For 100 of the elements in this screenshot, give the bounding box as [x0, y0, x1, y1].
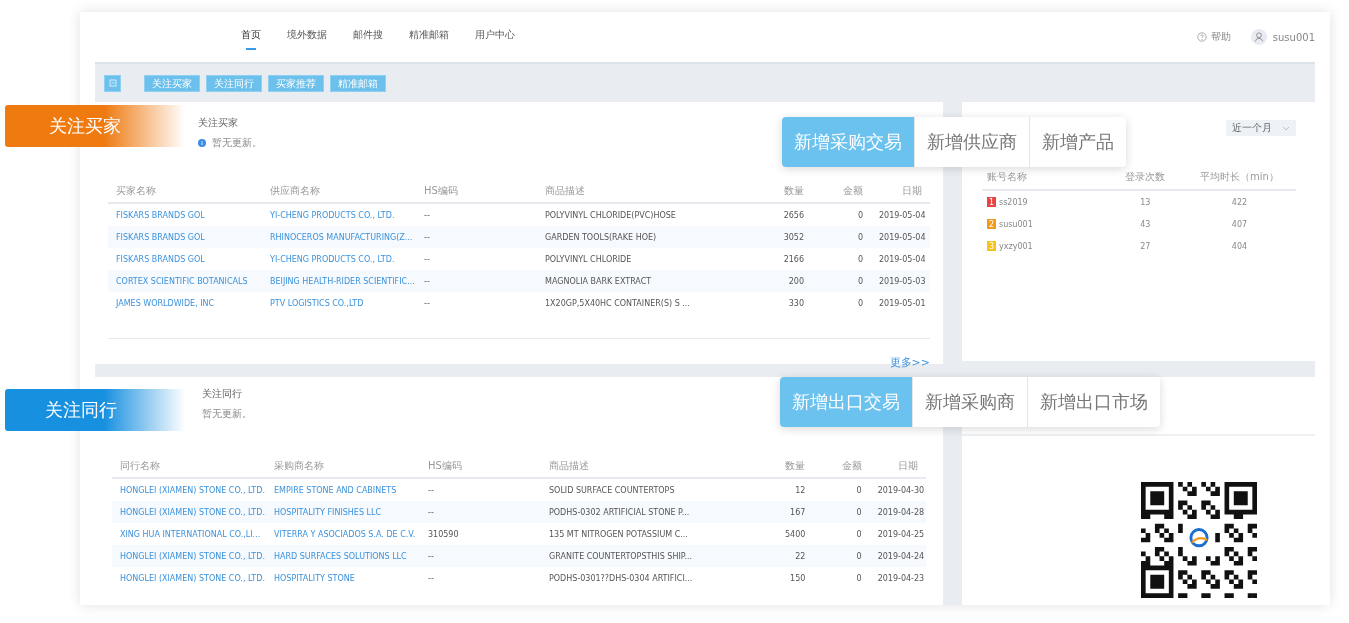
table-cell-text: 43: [1139, 219, 1152, 229]
info-icon: [198, 139, 206, 147]
table-cell: GARDEN TOOLS(RAKE HOE): [537, 226, 753, 248]
table-cell: 0: [813, 501, 870, 523]
company-link[interactable]: RHINOCEROS MANUFACTURING(Z...: [262, 226, 416, 248]
company-link[interactable]: PTV LOGISTICS CO.,LTD: [262, 292, 416, 314]
company-link[interactable]: BEIJING HEALTH-RIDER SCIENTIFIC...: [262, 270, 416, 292]
column-header: 金额: [813, 455, 870, 478]
table-cell: 330: [753, 292, 812, 314]
company-link[interactable]: JAMES WORLDWIDE, INC: [108, 292, 262, 314]
table-cell: 167: [757, 501, 814, 523]
table-cell: 310590: [420, 523, 541, 545]
company-link[interactable]: HOSPITALITY FINISHES LLC: [266, 501, 420, 523]
table-cell: 0: [812, 292, 871, 314]
table-cell: POLYVINYL CHLORIDE: [537, 248, 753, 270]
table-cell-text: 404: [1230, 241, 1249, 251]
table-cell: 2019-05-04: [871, 203, 930, 226]
company-link[interactable]: HONGLEI (XIAMEN) STONE CO., LTD.: [112, 545, 266, 567]
company-link[interactable]: HONGLEI (XIAMEN) STONE CO., LTD.: [112, 478, 266, 501]
column-header: 采购商名称: [266, 455, 420, 478]
toolbar-button[interactable]: 关注买家: [144, 74, 200, 92]
table-cell-text: 13: [1139, 197, 1152, 207]
table-cell: 2019-05-04: [871, 226, 930, 248]
company-link[interactable]: FISKARS BRANDS GOL: [108, 226, 262, 248]
table-cell: --: [420, 545, 541, 567]
column-header: 供应商名称: [262, 180, 416, 203]
account-name: yxzy001: [999, 241, 1033, 251]
company-link[interactable]: YI-CHENG PRODUCTS CO., LTD.: [262, 248, 416, 270]
document-icon: [108, 79, 117, 87]
rank-badge: 2: [987, 219, 996, 229]
nav-tab[interactable]: 境外数据: [287, 24, 327, 50]
table-cell: 2019-05-04: [871, 248, 930, 270]
callout-banner: 关注买家: [5, 105, 185, 147]
company-link[interactable]: EMPIRE STONE AND CABINETS: [266, 478, 420, 501]
table-cell: 5400: [757, 523, 814, 545]
company-link[interactable]: YI-CHENG PRODUCTS CO., LTD.: [262, 203, 416, 226]
table-cell: 0: [813, 545, 870, 567]
company-link[interactable]: HARD SURFACES SOLUTIONS LLC: [266, 545, 420, 567]
toolbar-icon-button[interactable]: [104, 74, 121, 92]
table-cell: 200: [753, 270, 812, 292]
table-cell: MAGNOLIA BARK EXTRACT: [537, 270, 753, 292]
nav-tab[interactable]: 精准邮箱: [409, 24, 449, 50]
table-cell: 2019-04-30: [869, 478, 926, 501]
table-cell: SOLID SURFACE COUNTERTOPS: [541, 478, 757, 501]
company-link[interactable]: FISKARS BRANDS GOL: [108, 203, 262, 226]
nav-tab[interactable]: 邮件搜: [353, 24, 383, 50]
feature-tab[interactable]: 新增出口交易: [780, 377, 912, 427]
feature-tab[interactable]: 新增采购交易: [782, 117, 914, 167]
table-cell: 2019-04-24: [869, 545, 926, 567]
table-cell: 0: [813, 567, 870, 589]
table-cell: 12: [757, 478, 814, 501]
more-link[interactable]: 更多>>: [889, 355, 930, 370]
table-cell: --: [416, 270, 537, 292]
table-cell: 2019-04-25: [869, 523, 926, 545]
company-link[interactable]: HOSPITALITY STONE: [266, 567, 420, 589]
column-header: 日期: [869, 455, 926, 478]
account-name: ss2019: [999, 197, 1028, 207]
help-icon: [1196, 32, 1207, 42]
table-cell: 0: [812, 226, 871, 248]
callout-banner: 关注同行: [5, 389, 185, 431]
table-cell: --: [416, 248, 537, 270]
table-cell-text: 407: [1230, 219, 1249, 229]
help-link[interactable]: 帮助: [1210, 30, 1231, 44]
column-header: 登录次数: [1124, 170, 1167, 184]
table-cell: --: [420, 501, 541, 523]
company-link[interactable]: CORTEX SCIENTIFIC BOTANICALS: [108, 270, 262, 292]
company-link[interactable]: XING HUA INTERNATIONAL CO.,LI...: [112, 523, 266, 545]
column-header: 商品描述: [537, 180, 753, 203]
table-cell: 2019-05-03: [871, 270, 930, 292]
company-link[interactable]: FISKARS BRANDS GOL: [108, 248, 262, 270]
table-cell: GRANITE COUNTERTOPSTHIS SHIP...: [541, 545, 757, 567]
table-cell: 1X20GP,5X40HC CONTAINER(S) S ...: [537, 292, 753, 314]
table-cell: --: [420, 567, 541, 589]
feature-tab[interactable]: 新增出口市场: [1027, 377, 1160, 427]
column-header: 商品描述: [541, 455, 757, 478]
table-cell: 2019-04-23: [869, 567, 926, 589]
toolbar-button[interactable]: 精准邮箱: [330, 74, 386, 92]
table-cell: --: [416, 292, 537, 314]
feature-tab[interactable]: 新增产品: [1029, 117, 1126, 167]
table-cell: PODHS-0301??DHS-0304 ARTIFICI...: [541, 567, 757, 589]
caret-icon: [1282, 125, 1290, 131]
company-link[interactable]: HONGLEI (XIAMEN) STONE CO., LTD.: [112, 501, 266, 523]
table-cell: 150: [757, 567, 814, 589]
company-link[interactable]: HONGLEI (XIAMEN) STONE CO., LTD.: [112, 567, 266, 589]
table-cell: 135 MT NITROGEN POTASSIUM C...: [541, 523, 757, 545]
feature-tab[interactable]: 新增供应商: [914, 117, 1029, 167]
toolbar-button[interactable]: 买家推荐: [268, 74, 324, 92]
period-dropdown[interactable]: 近一个月: [1226, 120, 1296, 136]
column-header: 平均时长（min）: [1199, 170, 1280, 184]
toolbar-button[interactable]: 关注同行: [206, 74, 262, 92]
username[interactable]: susu001: [1272, 31, 1315, 43]
company-link[interactable]: VITERRA Y ASOCIADOS S.A. DE C.V.: [266, 523, 420, 545]
feature-tab[interactable]: 新增采购商: [912, 377, 1027, 427]
table-cell: 0: [812, 270, 871, 292]
rank-badge: 1: [987, 197, 996, 207]
empty-note: 暂无更新。: [202, 407, 252, 421]
empty-note: 暂无更新。: [212, 136, 262, 150]
nav-tab[interactable]: 用户中心: [475, 24, 515, 50]
table-cell-text: 422: [1230, 197, 1249, 207]
column-header: 金额: [812, 180, 871, 203]
